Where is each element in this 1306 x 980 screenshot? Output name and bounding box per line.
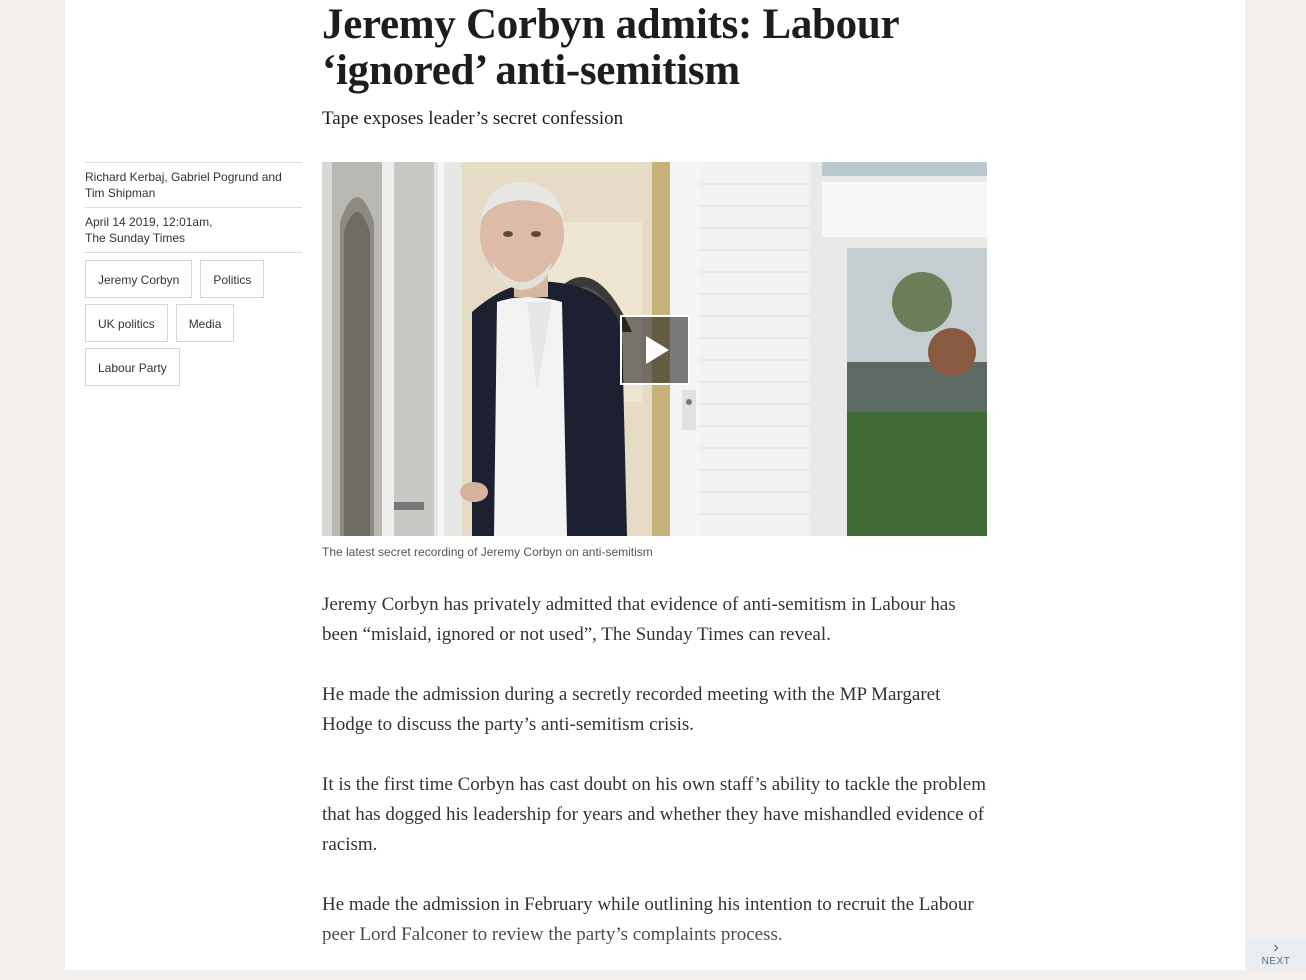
play-button[interactable] [620,315,690,385]
article-paragraph: Jeremy Corbyn has privately admitted tha… [322,594,956,645]
tag-jeremy-corbyn[interactable]: Jeremy Corbyn [85,260,193,298]
byline-date-row: April 14 2019, 12:01am, The Sunday Times [85,207,302,253]
tag-politics[interactable]: Politics [200,260,265,298]
tag-media[interactable]: Media [175,304,235,342]
play-icon [646,336,669,364]
next-article-button[interactable]: › NEXT [1246,938,1306,970]
tag-uk-politics[interactable]: UK politics [85,304,168,342]
article-headline: Jeremy Corbyn admits: Labour ‘ignored’ a… [322,1,899,94]
tag-labour-party[interactable]: Labour Party [85,348,180,386]
byline-authors-row: Richard Kerbaj, Gabriel Pogrund and Tim … [85,162,302,207]
article-paragraph: He made the admission during a secretly … [322,684,941,735]
article-page: Jeremy Corbyn admits: Labour ‘ignored’ a… [65,0,1245,970]
byline-authors[interactable]: Richard Kerbaj, Gabriel Pogrund and Tim … [85,170,282,200]
image-caption: The latest secret recording of Jeremy Co… [322,545,653,559]
topic-tags: Jeremy Corbyn Politics UK politics Media… [85,260,315,392]
byline-publication: The Sunday Times [85,231,186,245]
video-player[interactable] [322,162,987,536]
next-label: NEXT [1261,956,1291,967]
byline: Richard Kerbaj, Gabriel Pogrund and Tim … [85,162,302,253]
byline-date: April 14 2019, 12:01am, [85,215,213,229]
chevron-right-icon: › [1273,939,1279,956]
article-paragraph: He made the admission in February while … [322,894,974,945]
article-standfirst: Tape exposes leader’s secret confession [322,108,624,129]
article-body: Jeremy Corbyn has privately admitted tha… [322,590,987,980]
article-paragraph: It is the first time Corbyn has cast dou… [322,774,987,855]
